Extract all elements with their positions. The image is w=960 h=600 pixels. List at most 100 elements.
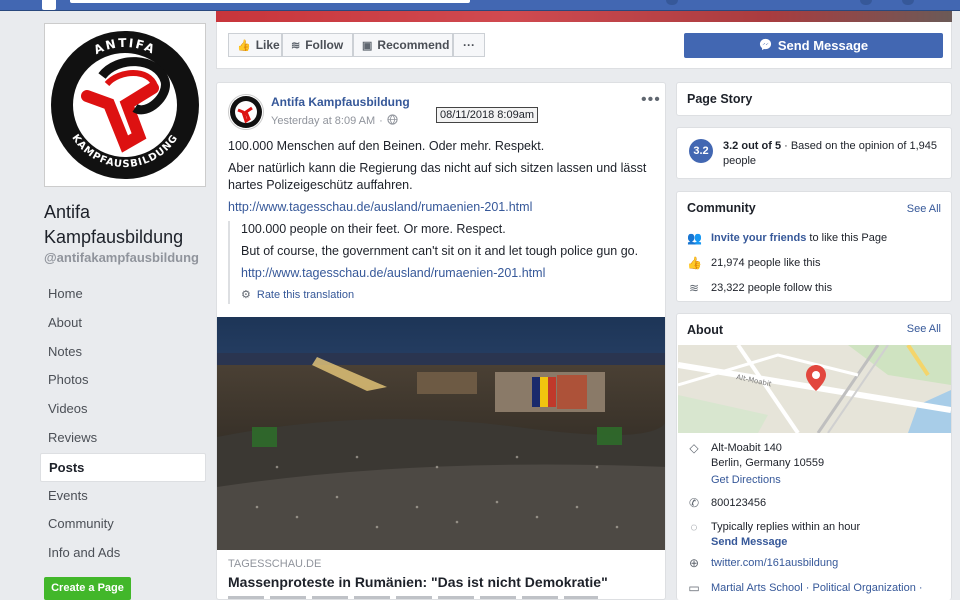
antifa-logo-icon: ANTIFA KAMPFAUSBILDUNG [51,31,199,179]
post-card: Antifa Kampfausbildung Yesterday at 8:09… [216,82,666,600]
post-body: 100.000 Menschen auf den Beinen. Oder me… [228,138,656,199]
follow-button[interactable]: ≋ Follow [282,33,353,57]
category-links[interactable]: Martial Arts School · Political Organiza… [711,581,923,596]
translation-paragraph: But of course, the government can't sit … [241,244,639,258]
dot-separator: · [379,115,383,127]
post-translation: 100.000 people on their feet. Or more. R… [228,221,656,304]
recommend-label: Recommend [377,38,450,52]
address-line-1: Alt-Moabit 140 [711,442,782,454]
speech-bubble-icon: ▣ [362,39,373,52]
community-title[interactable]: Community [687,201,756,215]
nav-item-posts[interactable]: Posts [40,452,206,482]
link-description-cut [228,596,598,599]
post-author-avatar[interactable] [228,94,264,130]
people-icon: 👥 [687,231,702,245]
timestamp-tooltip: 08/11/2018 8:09am [436,107,538,123]
page-story-card: Page Story [676,82,952,116]
address-line-2: Berlin, Germany 10559 [711,457,825,469]
category-row: ▭ Martial Arts School · Political Organi… [687,581,947,600]
rating-card: 3.2 3.2 out of 5 · Based on the opinion … [676,127,952,179]
page-story-title[interactable]: Page Story [687,92,752,106]
post-link[interactable]: http://www.tagesschau.de/ausland/rumaeni… [228,200,532,214]
about-title[interactable]: About [687,323,723,337]
rating-badge: 3.2 [689,139,713,163]
more-actions-label: ··· [463,38,475,52]
page-navigation: Home About Notes Photos Videos Reviews P… [40,280,206,568]
globe-icon: ⊕ [688,556,700,570]
likes-row[interactable]: 👍 21,974 people like this [687,256,947,271]
rate-translation[interactable]: ⚙ Rate this translation [241,287,656,304]
community-card: Community See All 👥 Invite your friends … [676,191,952,302]
recommend-button[interactable]: ▣ Recommend [353,33,453,57]
nav-item-community[interactable]: Community [40,510,206,539]
nav-item-home[interactable]: Home [40,280,206,309]
follow-label: Follow [305,38,344,52]
nav-item-about[interactable]: About [40,309,206,338]
friend-requests-icon[interactable] [666,0,678,5]
invite-friends-rest: to like this Page [806,232,888,244]
nav-item-notes[interactable]: Notes [40,338,206,367]
response-time: Typically replies within an hour [711,521,861,533]
like-button[interactable]: 👍 Like [228,33,282,57]
about-card: About See All Alt-Moabit ◇ Alt-Moabit 14… [676,313,952,600]
page-username[interactable]: @antifakampfausbildung [44,250,199,265]
thumbs-up-icon: 👍 [687,256,702,270]
messenger-row: ◌ Typically replies within an hour Send … [687,520,947,550]
community-see-all-link[interactable]: See All [907,203,941,215]
location-diamond-icon: ◇ [689,441,699,455]
nav-item-photos[interactable]: Photos [40,366,206,395]
link-domain: TAGESSCHAU.DE [228,558,322,570]
post-author-name[interactable]: Antifa Kampfausbildung [271,95,410,109]
nav-item-info-and-ads[interactable]: Info and Ads [40,539,206,568]
phone-row[interactable]: ✆ 800123456 [687,496,947,511]
more-actions-button[interactable]: ··· [453,33,485,57]
thumbs-up-icon: 👍 [237,39,251,52]
phone-number: 800123456 [711,497,767,509]
post-paragraph: Aber natürlich kann die Regierung das ni… [228,161,647,192]
account-menu-icon[interactable] [902,0,914,5]
like-label: Like [255,38,280,52]
map-pin-icon [806,365,826,391]
create-page-button[interactable]: Create a Page [44,577,131,600]
page-action-bar: 👍 Like ≋ Follow ▣ Recommend ··· Send Mes… [216,22,952,69]
address-row: ◇ Alt-Moabit 140 Berlin, Germany 10559 G… [687,441,947,488]
rate-translation-label: Rate this translation [256,289,355,301]
about-see-all-link[interactable]: See All [907,323,941,335]
post-time-text: Yesterday at 8:09 AM [271,115,376,127]
post-options-button[interactable]: ••• [641,91,661,109]
cover-photo[interactable] [216,11,952,22]
get-directions-link[interactable]: Get Directions [711,473,824,488]
search-input[interactable] [70,0,470,3]
gear-icon: ⚙ [241,289,251,301]
likes-count: 21,974 people like this [711,257,821,269]
globe-icon [387,114,398,128]
rating-text: 3.2 out of 5 · Based on the opinion of 1… [723,139,944,169]
rss-icon: ≋ [291,39,301,52]
translation-paragraph: 100.000 people on their feet. Or more. R… [241,222,506,236]
nav-item-reviews[interactable]: Reviews [40,424,206,453]
post-timestamp[interactable]: Yesterday at 8:09 AM · [271,114,398,128]
send-message-button[interactable]: Send Message [684,33,943,58]
post-paragraph: 100.000 Menschen auf den Beinen. Oder me… [228,139,545,153]
rating-row[interactable]: 3.2 3.2 out of 5 · Based on the opinion … [689,139,944,169]
translation-link[interactable]: http://www.tagesschau.de/ausland/rumaeni… [241,266,545,280]
category-tag-icon: ▭ [688,581,700,595]
invite-friends-link[interactable]: Invite your friends [711,232,806,244]
help-icon[interactable] [860,0,872,5]
website-link[interactable]: twitter.com/161ausbildung [711,556,838,571]
facebook-logo-icon[interactable] [42,0,56,10]
location-map[interactable]: Alt-Moabit [678,345,951,433]
post-link-image[interactable] [217,317,665,550]
rating-score: 3.2 out of 5 [723,140,782,152]
nav-item-events[interactable]: Events [40,482,206,511]
messenger-icon [759,38,772,54]
follows-row[interactable]: ≋ 23,322 people follow this [687,281,947,296]
messenger-icon: ◌ [690,520,698,534]
about-send-message-link[interactable]: Send Message [711,535,860,550]
page-profile-picture[interactable]: ANTIFA KAMPFAUSBILDUNG [44,23,206,187]
rss-icon: ≋ [688,281,700,295]
nav-item-videos[interactable]: Videos [40,395,206,424]
page-title: Antifa Kampfausbildung [44,202,184,247]
top-navigation-bar [0,0,960,11]
link-title[interactable]: Massenproteste in Rumänien: "Das ist nic… [228,574,608,590]
